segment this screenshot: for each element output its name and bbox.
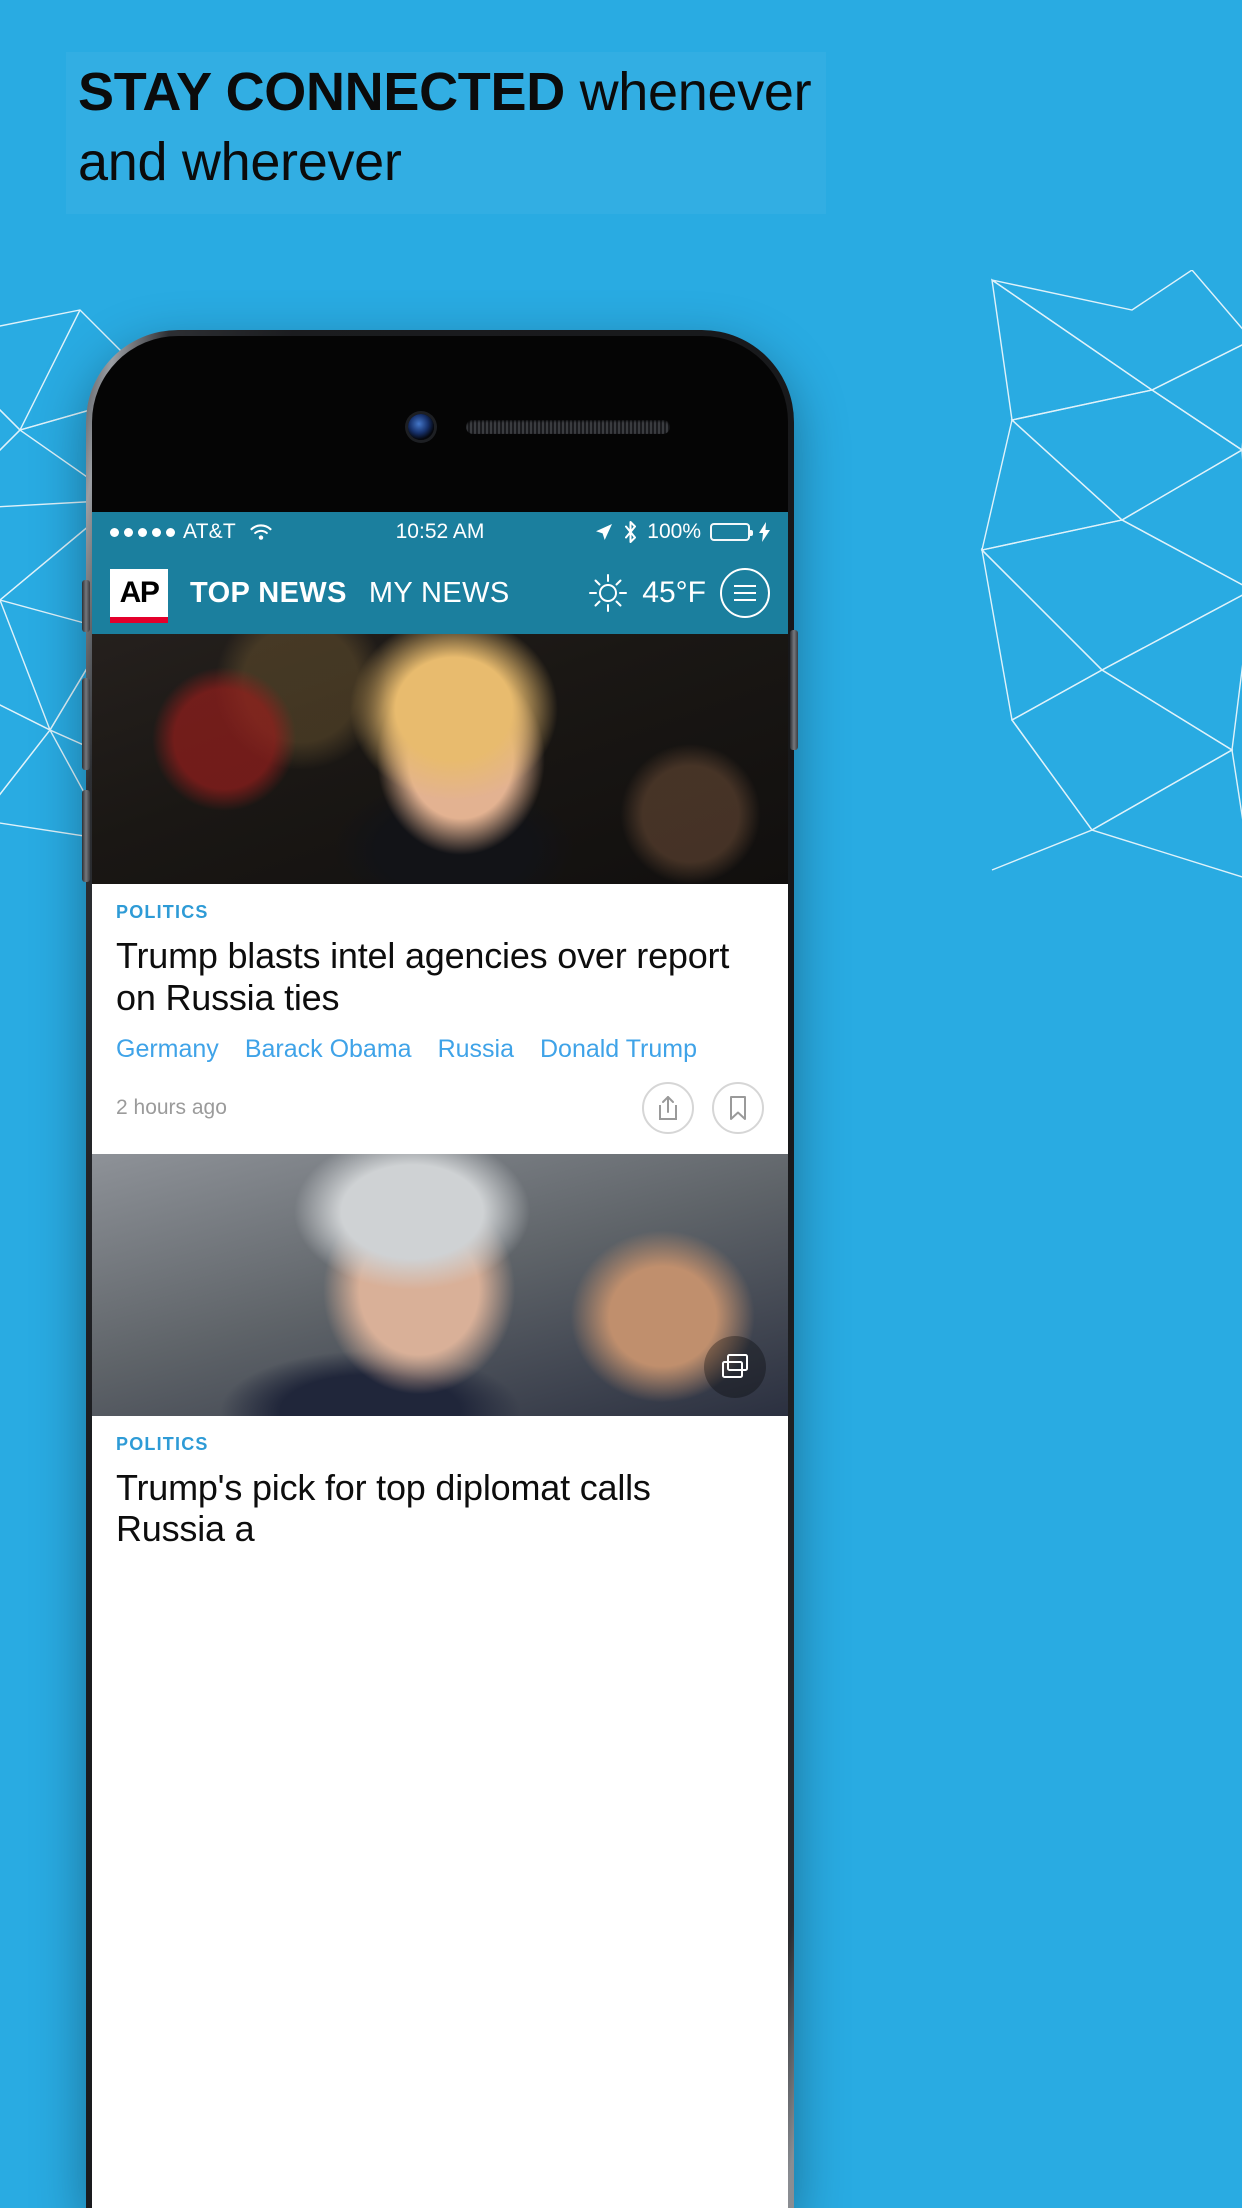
- article-kicker-2[interactable]: POLITICS: [116, 1434, 764, 1455]
- article-card-body-2: POLITICS Trump's pick for top diplomat c…: [92, 1415, 788, 1570]
- earpiece-speaker-icon: [466, 420, 670, 434]
- gallery-stack-icon: [722, 1353, 748, 1378]
- tab-top-news[interactable]: TOP NEWS: [190, 577, 347, 610]
- bluetooth-icon: [625, 521, 637, 543]
- article-tag[interactable]: Germany: [116, 1035, 219, 1064]
- article-photo-donald-trump[interactable]: [92, 634, 788, 884]
- sun-icon[interactable]: [588, 573, 628, 613]
- hamburger-menu-icon[interactable]: [720, 568, 770, 618]
- promo-headline-strong: STAY CONNECTED: [78, 62, 565, 122]
- article-timestamp-1: 2 hours ago: [116, 1095, 227, 1119]
- bookmark-button[interactable]: [712, 1081, 764, 1134]
- article-photo-rex-tillerson[interactable]: [92, 1153, 788, 1416]
- battery-icon: [710, 523, 753, 541]
- wifi-icon: [250, 524, 272, 540]
- ap-logo[interactable]: AP: [110, 569, 168, 623]
- article-headline-1[interactable]: Trump blasts intel agencies over report …: [116, 935, 764, 1019]
- promo-headline: STAY CONNECTED whenever and wherever: [78, 58, 838, 197]
- news-feed: POLITICS Trump blasts intel agencies ove…: [92, 634, 788, 1570]
- app-navigation-bar: AP TOP NEWS MY NEWS 45°F: [92, 552, 788, 634]
- share-icon: [659, 1095, 677, 1120]
- phone-screen-bezel: AT&T 10:52 AM 100% AP TOP NEWS MY NEWS 4…: [92, 336, 788, 2208]
- power-button[interactable]: [790, 630, 798, 750]
- mute-switch[interactable]: [82, 580, 90, 632]
- article-footer-1: 2 hours ago: [116, 1081, 764, 1134]
- signal-strength-icon: [110, 527, 175, 537]
- carrier-label: AT&T: [183, 520, 236, 543]
- battery-percent-label: 100%: [647, 520, 701, 543]
- status-bar-left: AT&T: [110, 520, 273, 544]
- article-actions-1: [642, 1081, 764, 1134]
- article-card-body-1: POLITICS Trump blasts intel agencies ove…: [92, 884, 788, 1154]
- article-tag[interactable]: Russia: [438, 1035, 514, 1064]
- status-bar: AT&T 10:52 AM 100%: [92, 512, 788, 552]
- gallery-stack-button[interactable]: [704, 1335, 766, 1398]
- article-kicker-1[interactable]: POLITICS: [116, 902, 764, 923]
- article-tag[interactable]: Donald Trump: [540, 1035, 697, 1064]
- article-tags-1: Germany Barack Obama Russia Donald Trump: [116, 1035, 764, 1064]
- phone-mockup: AT&T 10:52 AM 100% AP TOP NEWS MY NEWS 4…: [82, 330, 798, 2208]
- article-card-2[interactable]: POLITICS Trump's pick for top diplomat c…: [92, 1153, 788, 1570]
- app-screen: AT&T 10:52 AM 100% AP TOP NEWS MY NEWS 4…: [92, 512, 788, 2208]
- share-button[interactable]: [642, 1081, 694, 1134]
- article-headline-2[interactable]: Trump's pick for top diplomat calls Russ…: [116, 1467, 764, 1551]
- status-bar-right: 100%: [594, 520, 770, 544]
- bookmark-icon: [730, 1095, 746, 1120]
- tab-my-news[interactable]: MY NEWS: [369, 577, 510, 610]
- nav-bar-right: 45°F: [588, 568, 770, 618]
- ap-logo-text: AP: [119, 576, 160, 609]
- volume-up-button[interactable]: [82, 678, 90, 770]
- lightning-bolt-icon: [759, 522, 770, 542]
- volume-down-button[interactable]: [82, 790, 90, 882]
- article-tag[interactable]: Barack Obama: [245, 1035, 412, 1064]
- temperature-label: 45°F: [642, 576, 706, 609]
- location-arrow-icon: [596, 524, 613, 540]
- article-card-1[interactable]: POLITICS Trump blasts intel agencies ove…: [92, 634, 788, 1154]
- front-camera-icon: [408, 414, 434, 440]
